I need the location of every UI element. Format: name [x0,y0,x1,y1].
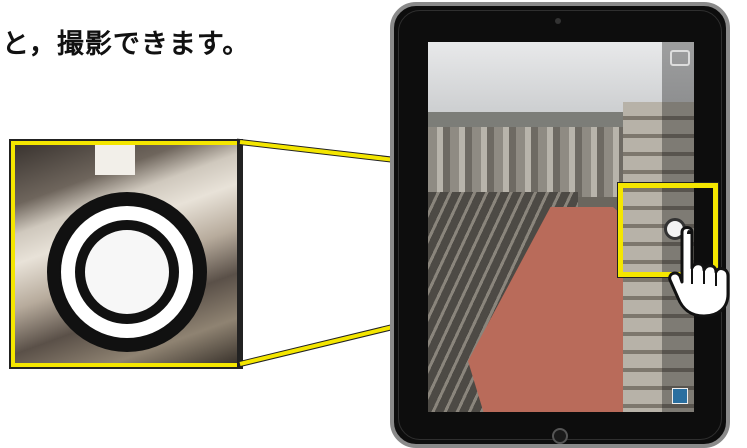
zoom-background-detail [95,145,135,175]
camera-switch-icon[interactable] [670,50,690,66]
zoom-detail-panel [9,139,243,369]
front-camera-icon [555,18,561,24]
camera-shutter-icon [75,220,179,324]
home-button-icon[interactable] [552,428,568,444]
instruction-text: と，撮影できます。 [2,29,251,60]
tap-hand-icon [668,226,730,318]
photo-thumbnail[interactable] [672,388,688,404]
